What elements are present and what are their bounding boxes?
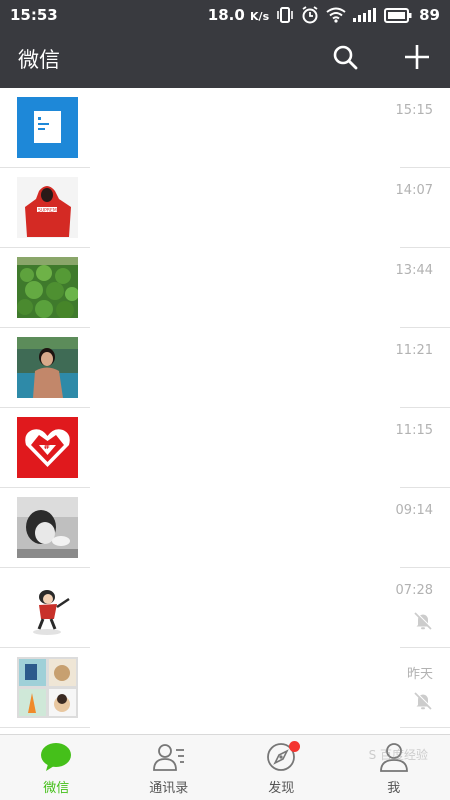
tab-chats[interactable]: 微信 bbox=[0, 735, 113, 800]
chat-time: 11:15 bbox=[395, 423, 433, 438]
chat-list-item[interactable]: 09:14 bbox=[0, 488, 450, 568]
chat-list-item[interactable]: 15:15 bbox=[0, 88, 450, 168]
document-avatar[interactable] bbox=[17, 97, 78, 158]
mute-bell-icon bbox=[413, 691, 433, 715]
speed-unit: K/s bbox=[250, 10, 270, 23]
page-title: 微信 bbox=[18, 48, 60, 72]
chat-time: 14:07 bbox=[395, 183, 433, 198]
contacts-icon bbox=[152, 742, 186, 772]
tab-label: 通讯录 bbox=[149, 781, 189, 796]
chat-list-item[interactable]: # 11:15 bbox=[0, 408, 450, 488]
green-leaves-avatar[interactable] bbox=[17, 257, 78, 318]
wifi-icon bbox=[326, 7, 346, 23]
chat-list-item[interactable]: 13:44 bbox=[0, 248, 450, 328]
alarm-icon bbox=[301, 6, 319, 24]
mute-bell-icon bbox=[413, 611, 433, 635]
status-bar: 15:53 18.0 K/s 89 bbox=[0, 0, 450, 30]
chat-time: 09:14 bbox=[395, 503, 433, 518]
chat-list-item[interactable]: 昨天 bbox=[0, 648, 450, 728]
red-hoodie-avatar[interactable]: SUPREME bbox=[17, 177, 78, 238]
plus-icon[interactable] bbox=[404, 44, 430, 74]
tab-me[interactable]: 我 bbox=[338, 735, 450, 800]
bottom-tab-bar: 微信 通讯录 发现 我 S 百度经验 bbox=[0, 734, 450, 800]
search-icon[interactable] bbox=[332, 44, 358, 74]
chat-time: 07:28 bbox=[395, 583, 433, 598]
tab-label: 发现 bbox=[268, 781, 295, 796]
pinduoduo-heart-avatar[interactable]: # bbox=[17, 417, 78, 478]
chat-time: 11:21 bbox=[395, 343, 433, 358]
cartoon-girl-avatar[interactable] bbox=[17, 577, 78, 638]
grayscale-child-avatar[interactable] bbox=[17, 497, 78, 558]
compass-icon bbox=[264, 741, 301, 772]
chat-list: 15:15 SUPREME 14:07 13:44 11:21 # 11:15 bbox=[0, 88, 450, 734]
woman-portrait-avatar[interactable] bbox=[17, 337, 78, 398]
chat-bubble-icon bbox=[39, 742, 73, 772]
chat-time: 昨天 bbox=[406, 667, 433, 682]
notification-badge bbox=[289, 741, 301, 752]
svg-text:SUPREME: SUPREME bbox=[38, 208, 60, 214]
signal-icon bbox=[353, 8, 377, 22]
app-header: 微信 bbox=[0, 30, 450, 88]
network-speed: 18.0 K/s bbox=[207, 6, 270, 24]
status-icons: 18.0 K/s 89 bbox=[208, 6, 440, 24]
header-actions bbox=[332, 44, 432, 74]
chat-list-item[interactable]: 11:21 bbox=[0, 328, 450, 408]
chat-list-item[interactable]: 07:28 bbox=[0, 568, 450, 648]
vibrate-icon bbox=[276, 7, 294, 23]
battery-level: 89 bbox=[419, 6, 440, 24]
chat-list-item[interactable]: SUPREME 14:07 bbox=[0, 168, 450, 248]
chat-time: 13:44 bbox=[395, 263, 433, 278]
battery-icon bbox=[384, 7, 412, 23]
watermark: S 百度经验 bbox=[368, 748, 428, 762]
svg-text:#: # bbox=[44, 442, 51, 451]
tab-label: 微信 bbox=[43, 781, 70, 796]
tab-contacts[interactable]: 通讯录 bbox=[113, 735, 226, 800]
chat-time: 15:15 bbox=[395, 103, 433, 118]
group-collage-avatar[interactable] bbox=[17, 657, 78, 718]
tab-discover[interactable]: 发现 bbox=[225, 735, 338, 800]
status-time: 15:53 bbox=[10, 6, 58, 24]
tab-label: 我 bbox=[387, 781, 401, 796]
